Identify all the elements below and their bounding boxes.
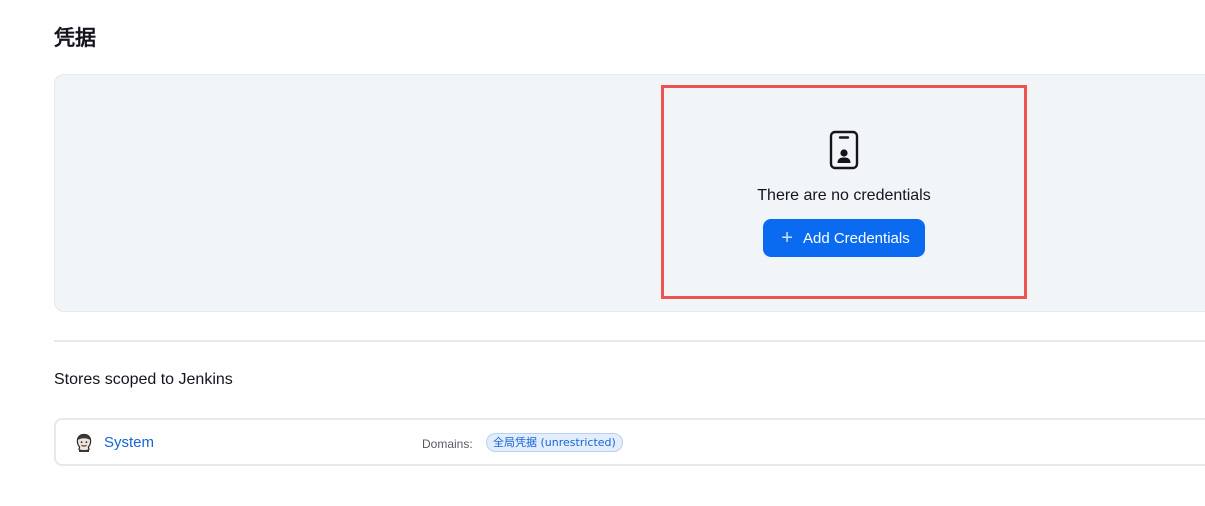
add-credentials-label: Add Credentials: [802, 229, 910, 247]
credential-card-icon: [829, 130, 859, 170]
empty-state: There are no credentials + Add Credentia…: [664, 88, 1024, 296]
stores-heading: Stores scoped to Jenkins: [54, 371, 233, 388]
jenkins-icon: [76, 433, 92, 452]
store-link-system[interactable]: System: [104, 433, 154, 453]
store-row-system: System Domains: 全局凭据 (unrestricted): [54, 418, 1205, 466]
domains-label: Domains:: [422, 437, 473, 451]
empty-credentials-panel: [54, 74, 1205, 312]
add-credentials-button[interactable]: + Add Credentials: [763, 219, 925, 257]
plus-icon: +: [781, 227, 793, 249]
section-divider: [54, 340, 1205, 342]
empty-state-message: There are no credentials: [757, 187, 931, 204]
page-title: 凭据: [54, 26, 96, 50]
domain-badge-global[interactable]: 全局凭据 (unrestricted): [486, 433, 623, 452]
